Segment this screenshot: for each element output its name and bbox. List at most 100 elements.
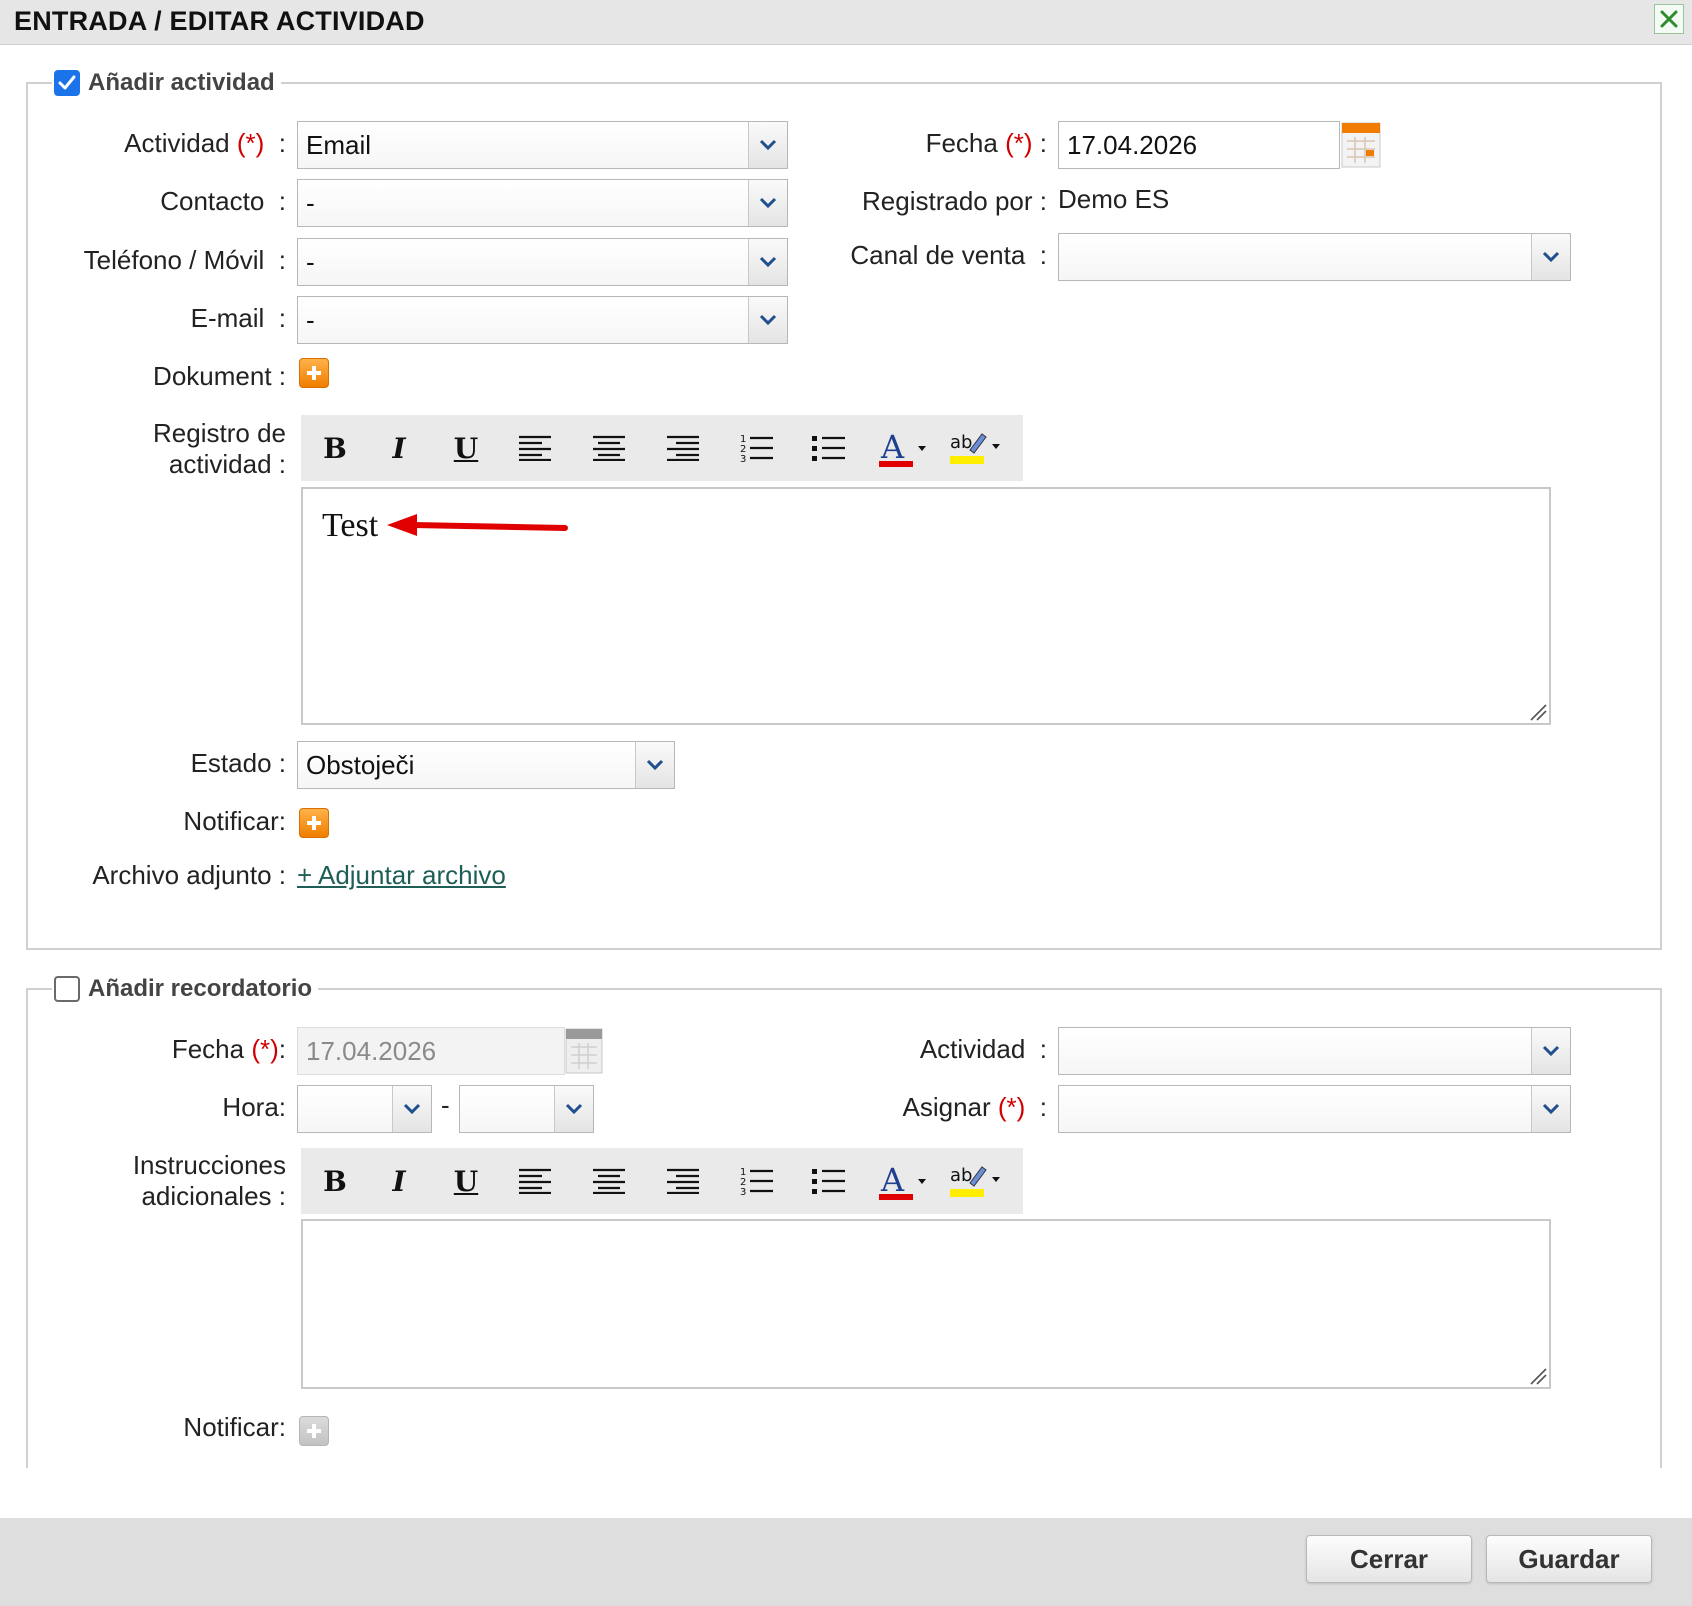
ordered-list-icon: 1 2 3	[740, 434, 773, 464]
plus-icon	[307, 816, 321, 830]
bold-button[interactable]: B	[305, 415, 365, 481]
contacto-select[interactable]: -	[297, 179, 788, 227]
activity-legend: Añadir actividad	[52, 66, 281, 100]
hora-start-select[interactable]	[297, 1085, 432, 1133]
ordered-list-button[interactable]: 1 2 3	[727, 415, 787, 481]
underline-button[interactable]: U	[436, 1148, 496, 1214]
hora-separator: -	[441, 1090, 450, 1120]
close-button[interactable]	[1654, 4, 1684, 34]
estado-select-value: Obstoječi	[306, 750, 415, 780]
unordered-list-button[interactable]	[799, 415, 859, 481]
align-center-button[interactable]	[579, 415, 639, 481]
add-reminder-checkbox[interactable]	[54, 976, 80, 1002]
svg-text:3: 3	[740, 1187, 746, 1197]
guardar-button[interactable]: Guardar	[1486, 1535, 1652, 1583]
bold-button[interactable]: B	[305, 1148, 365, 1214]
canal-label: Canal de venta :	[850, 240, 1047, 270]
add-activity-checkbox[interactable]	[54, 70, 80, 96]
ordered-list-button[interactable]: 1 2 3	[727, 1148, 787, 1214]
reminder-add-notify-button[interactable]	[299, 1416, 329, 1446]
reminder-calendar-button[interactable]	[565, 1027, 603, 1075]
chevron-down-icon[interactable]	[1531, 234, 1570, 280]
align-right-button[interactable]	[653, 1148, 713, 1214]
chevron-down-icon[interactable]	[392, 1086, 431, 1132]
align-left-button[interactable]	[505, 415, 565, 481]
activity-log-text: Test	[322, 507, 379, 544]
reminder-actividad-label: Actividad :	[919, 1034, 1047, 1064]
chevron-down-icon[interactable]	[748, 180, 787, 226]
instrucciones-label-line2: adicionales :	[141, 1181, 286, 1211]
reminder-instructions-editor[interactable]	[301, 1219, 1551, 1389]
align-center-icon	[593, 435, 625, 461]
estado-label: Estado :	[190, 748, 286, 778]
calendar-icon	[565, 1028, 603, 1074]
chevron-down-icon[interactable]	[748, 297, 787, 343]
chevron-down-icon[interactable]	[748, 239, 787, 285]
resize-handle-icon[interactable]	[1529, 703, 1547, 721]
asignar-select[interactable]	[1058, 1085, 1571, 1133]
resize-handle-icon[interactable]	[1529, 1367, 1547, 1385]
instrucciones-label-line1: Instrucciones	[132, 1150, 286, 1180]
actividad-label: Actividad (*) :	[124, 128, 286, 158]
archivo-label: Archivo adjunto :	[92, 860, 286, 890]
align-right-icon	[667, 1168, 699, 1194]
estado-select[interactable]: Obstoječi	[297, 741, 675, 789]
activity-log-editor[interactable]: Test	[301, 487, 1551, 725]
add-notify-button[interactable]	[299, 808, 329, 838]
telefono-select[interactable]: -	[297, 238, 788, 286]
chevron-down-icon[interactable]	[1531, 1086, 1570, 1132]
contacto-select-value: -	[306, 188, 315, 218]
align-center-icon	[593, 1168, 625, 1194]
italic-button[interactable]: I	[369, 1148, 429, 1214]
ordered-list-icon: 1 2 3	[740, 1167, 773, 1197]
registro-label-line2: actividad :	[168, 449, 286, 479]
font-color-icon: A	[879, 428, 926, 467]
unordered-list-button[interactable]	[799, 1148, 859, 1214]
reminder-fecha-input[interactable]: 17.04.2026	[297, 1027, 565, 1075]
font-color-button[interactable]: A	[873, 415, 933, 481]
close-x-icon	[1660, 10, 1678, 28]
align-left-icon	[519, 435, 551, 461]
font-color-button[interactable]: A	[873, 1148, 933, 1214]
underline-button[interactable]: U	[436, 415, 496, 481]
email-select[interactable]: -	[297, 296, 788, 344]
canal-venta-select[interactable]	[1058, 233, 1571, 281]
add-document-button[interactable]	[299, 358, 329, 388]
calendar-button[interactable]	[1341, 121, 1381, 169]
registrado-value: Demo ES	[1058, 184, 1170, 214]
align-left-icon	[519, 1168, 551, 1194]
reminder-fecha-input-value: 17.04.2026	[306, 1036, 437, 1066]
highlight-color-button[interactable]: ab	[947, 1148, 1007, 1214]
activity-editor-toolbar: B I U 1 2 3 A ab	[301, 415, 1023, 481]
align-center-button[interactable]	[579, 1148, 639, 1214]
highlight-color-button[interactable]: ab	[947, 415, 1007, 481]
italic-button[interactable]: I	[369, 415, 429, 481]
svg-text:ab: ab	[950, 432, 972, 453]
reminder-actividad-select[interactable]	[1058, 1027, 1571, 1075]
highlight-color-icon: ab	[950, 432, 1000, 464]
add-activity-label: Añadir actividad	[88, 69, 275, 96]
align-right-button[interactable]	[653, 415, 713, 481]
chevron-down-icon[interactable]	[1531, 1028, 1570, 1074]
notificar-label: Notificar:	[183, 806, 286, 836]
red-arrow-annotation	[387, 514, 568, 536]
reminder-fecha-label: Fecha (*):	[171, 1034, 286, 1064]
calendar-icon	[1341, 122, 1381, 168]
svg-text:3: 3	[740, 454, 746, 464]
fecha-label: Fecha (*) :	[925, 128, 1047, 158]
align-right-icon	[667, 435, 699, 461]
chevron-down-icon[interactable]	[554, 1086, 593, 1132]
unordered-list-icon	[812, 436, 845, 461]
svg-text:A: A	[880, 428, 905, 466]
actividad-select[interactable]: Email	[297, 121, 788, 169]
attach-file-link[interactable]: + Adjuntar archivo	[297, 859, 506, 891]
fecha-input[interactable]: 17.04.2026	[1058, 121, 1340, 169]
highlight-color-icon: ab	[950, 1165, 1000, 1197]
hora-end-select[interactable]	[459, 1085, 594, 1133]
chevron-down-icon[interactable]	[635, 742, 674, 788]
email-label: E-mail :	[190, 303, 286, 333]
chevron-down-icon[interactable]	[748, 122, 787, 168]
align-left-button[interactable]	[505, 1148, 565, 1214]
cerrar-button[interactable]: Cerrar	[1306, 1535, 1472, 1583]
hora-label: Hora:	[222, 1092, 286, 1122]
